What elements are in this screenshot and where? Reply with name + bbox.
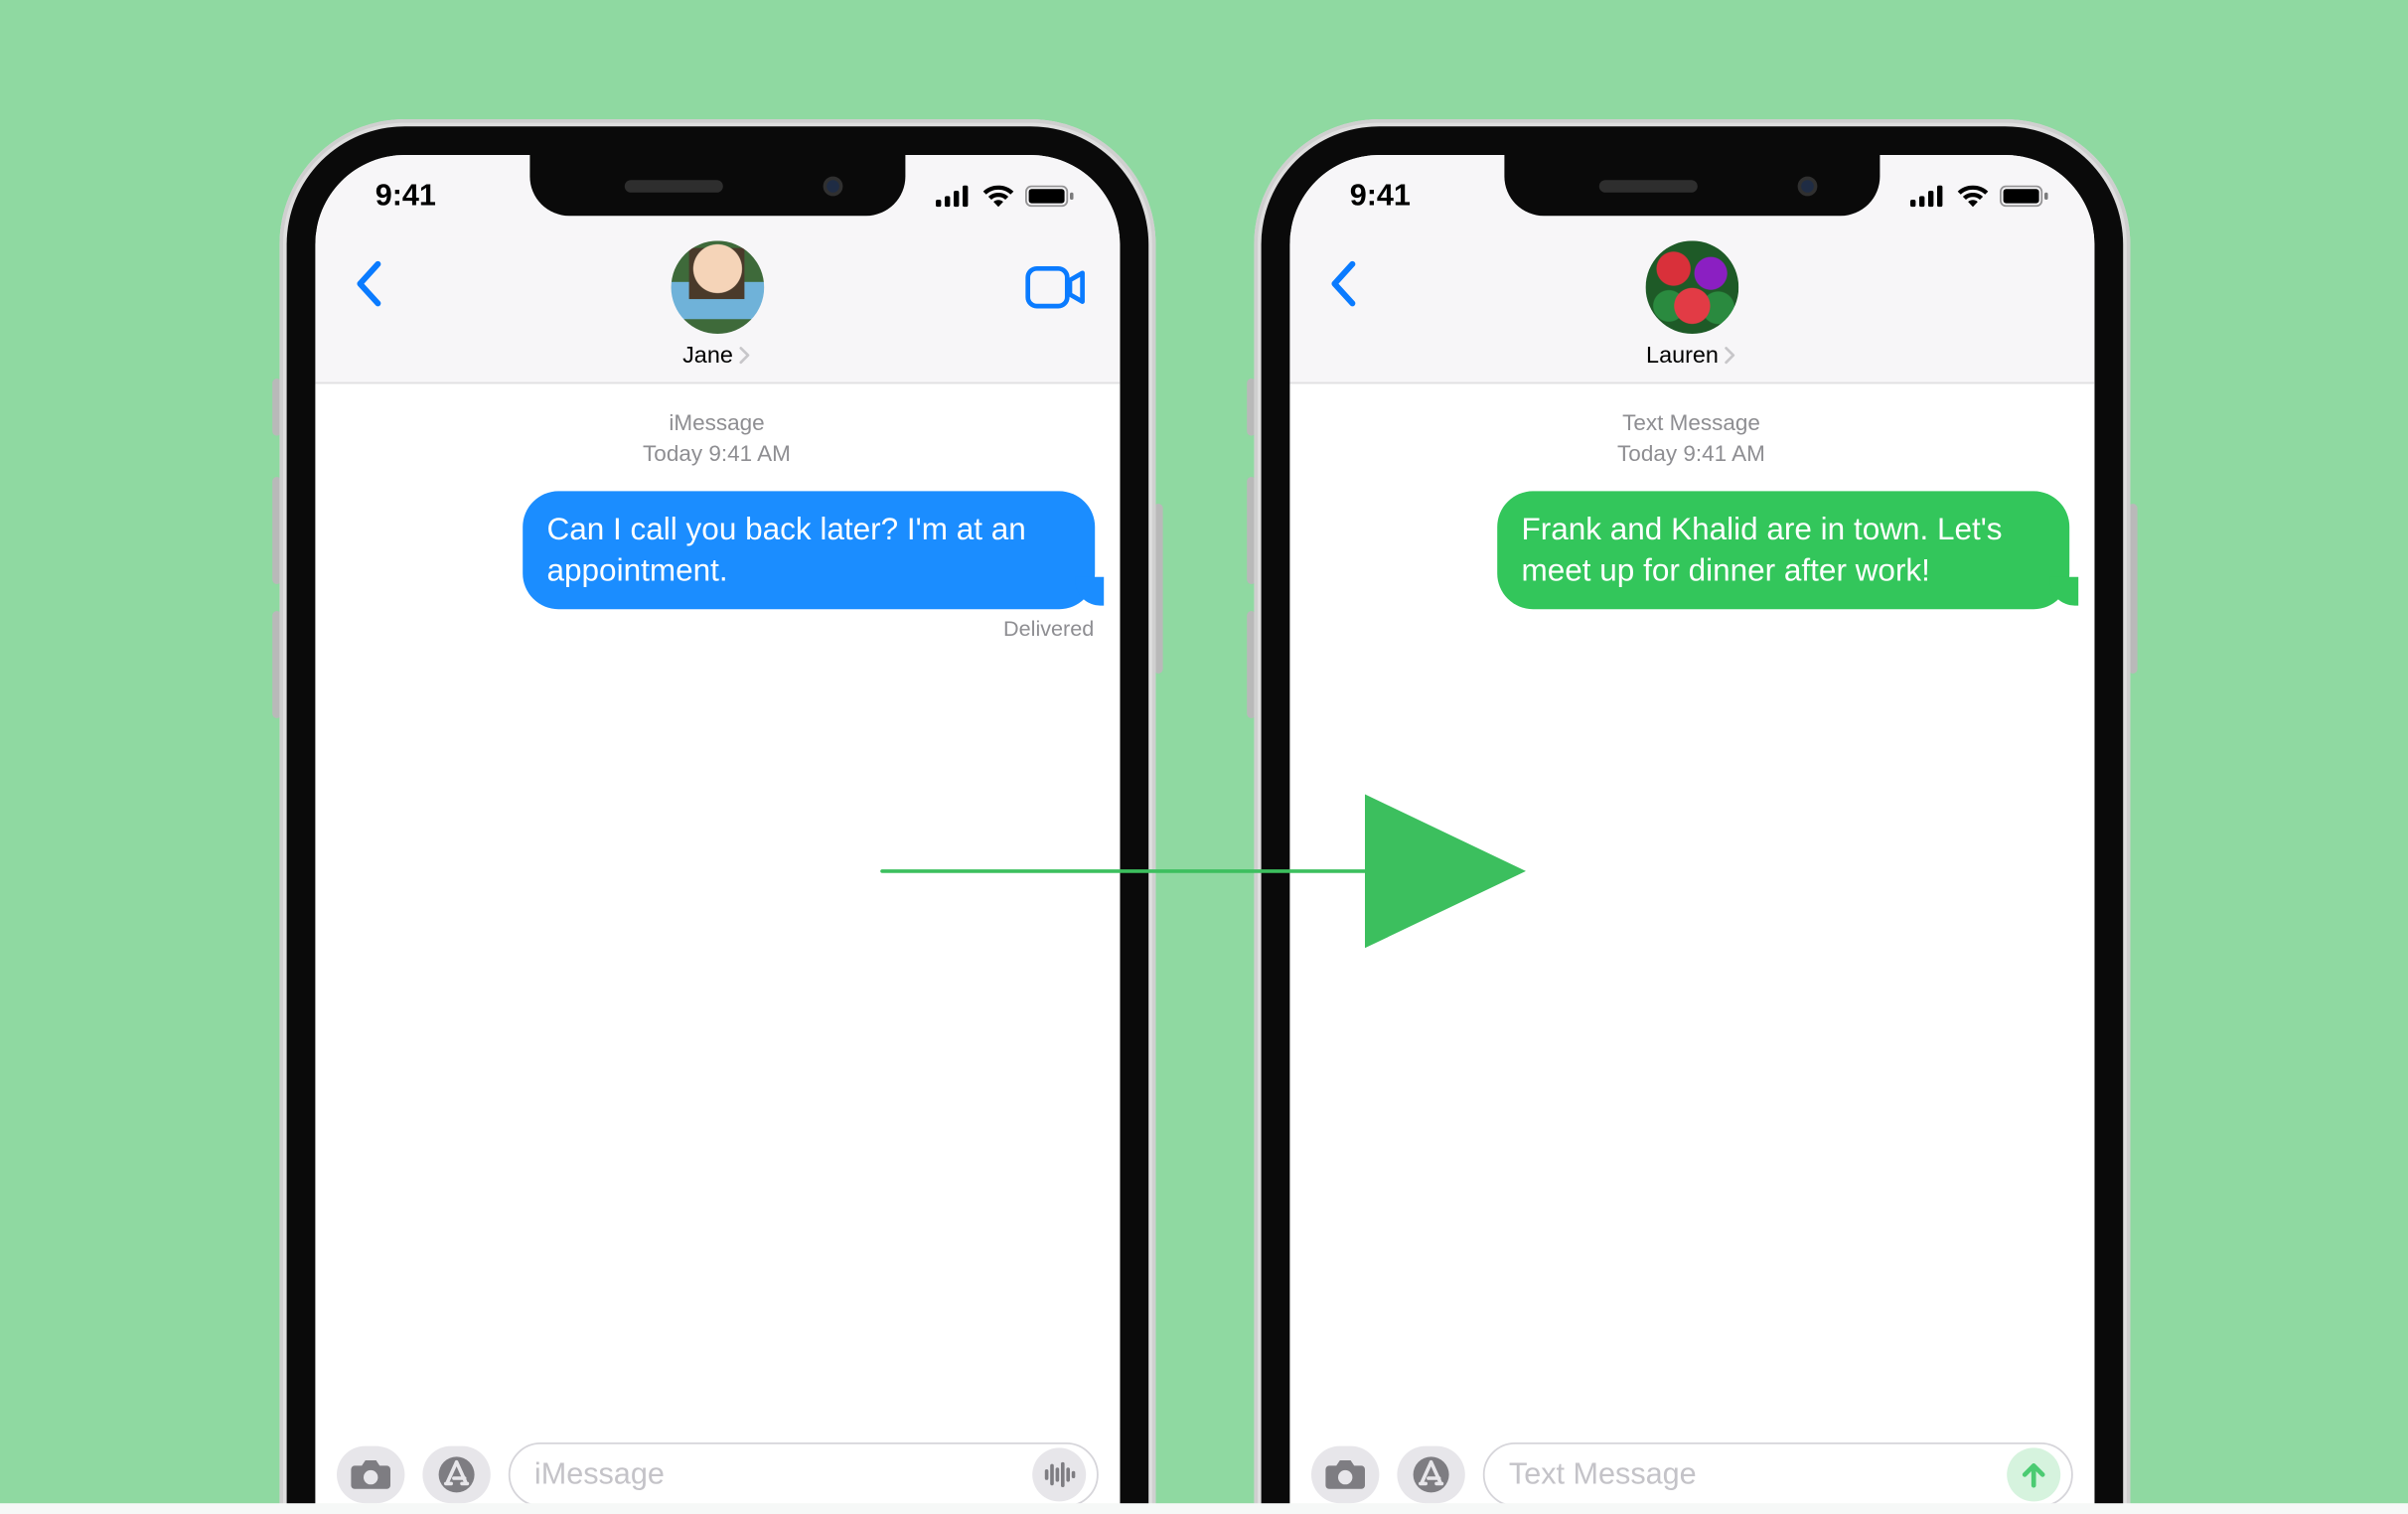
waveform-icon: line{stroke:currentColor;stroke-width:2;… [1042,1462,1074,1487]
back-button[interactable] [333,248,404,320]
contact-name-label: Lauren [1646,341,1719,368]
compose-bar: iMessage line{stroke:currentColor;stroke… [315,1429,1120,1514]
conversation-header: Jane [315,237,1120,384]
notch [1504,155,1880,216]
input-placeholder: iMessage [534,1456,1031,1492]
status-icons [935,186,1073,208]
contact-name[interactable]: Jane [682,341,751,368]
input-placeholder: Text Message [1509,1456,2006,1492]
meta-time: 9:41 AM [1683,441,1765,466]
back-button[interactable] [1307,248,1379,320]
cellular-icon [1909,186,1945,208]
transition-arrow-icon [864,773,1544,979]
wifi-icon [981,186,1013,208]
message-input[interactable]: iMessage line{stroke:currentColor;stroke… [508,1442,1098,1507]
message-input[interactable]: Text Message [1482,1442,2072,1507]
camera-button[interactable] [1310,1446,1378,1504]
wifi-icon [1956,186,1988,208]
contact-avatar[interactable] [1645,240,1738,334]
status-time: 9:41 [1350,178,1411,214]
arrow-up-icon [2019,1460,2047,1489]
speaker-grille [624,179,722,192]
audio-message-button[interactable]: line{stroke:currentColor;stroke-width:2;… [1031,1447,1085,1501]
cellular-icon [935,186,971,208]
facetime-button[interactable] [1019,255,1091,320]
battery-icon [1999,186,2047,208]
status-time: 9:41 [376,178,436,214]
app-store-icon [1411,1455,1450,1495]
chevron-right-icon [736,346,750,364]
chevron-right-icon [1723,346,1736,364]
meta-time-prefix: Today [643,441,702,466]
notch [529,155,905,216]
status-icons [1909,186,2047,208]
front-camera [823,176,842,196]
message-text: Can I call you back later? I'm at an app… [547,511,1026,588]
send-button[interactable] [2006,1447,2059,1501]
contact-avatar[interactable] [671,240,764,334]
conversation-header: Lauren [1289,237,2094,384]
contact-name[interactable]: Lauren [1646,341,1736,368]
message-meta: Text Message Today 9:41 AM [1314,409,2069,470]
ground-bar [0,1503,2408,1514]
meta-time: 9:41 AM [708,441,791,466]
speaker-grille [1598,179,1697,192]
compose-bar: Text Message [1289,1429,2094,1514]
front-camera [1797,176,1817,196]
camera-button[interactable] [336,1446,403,1504]
sent-message-bubble[interactable]: Can I call you back later? I'm at an app… [522,491,1094,609]
contact-name-label: Jane [682,341,733,368]
message-meta: iMessage Today 9:41 AM [340,409,1095,470]
delivered-status: Delivered [340,616,1095,641]
sent-message-bubble[interactable]: Frank and Khalid are in town. Let's meet… [1496,491,2068,609]
camera-icon [1323,1458,1366,1490]
meta-time-prefix: Today [1617,441,1677,466]
app-store-icon [436,1455,476,1495]
message-type-label: Text Message [1314,409,2069,439]
app-drawer-button[interactable] [422,1446,490,1504]
camera-icon [349,1458,391,1490]
message-type-label: iMessage [340,409,1095,439]
message-text: Frank and Khalid are in town. Let's meet… [1521,511,2002,588]
battery-icon [1024,186,1073,208]
app-drawer-button[interactable] [1397,1446,1464,1504]
